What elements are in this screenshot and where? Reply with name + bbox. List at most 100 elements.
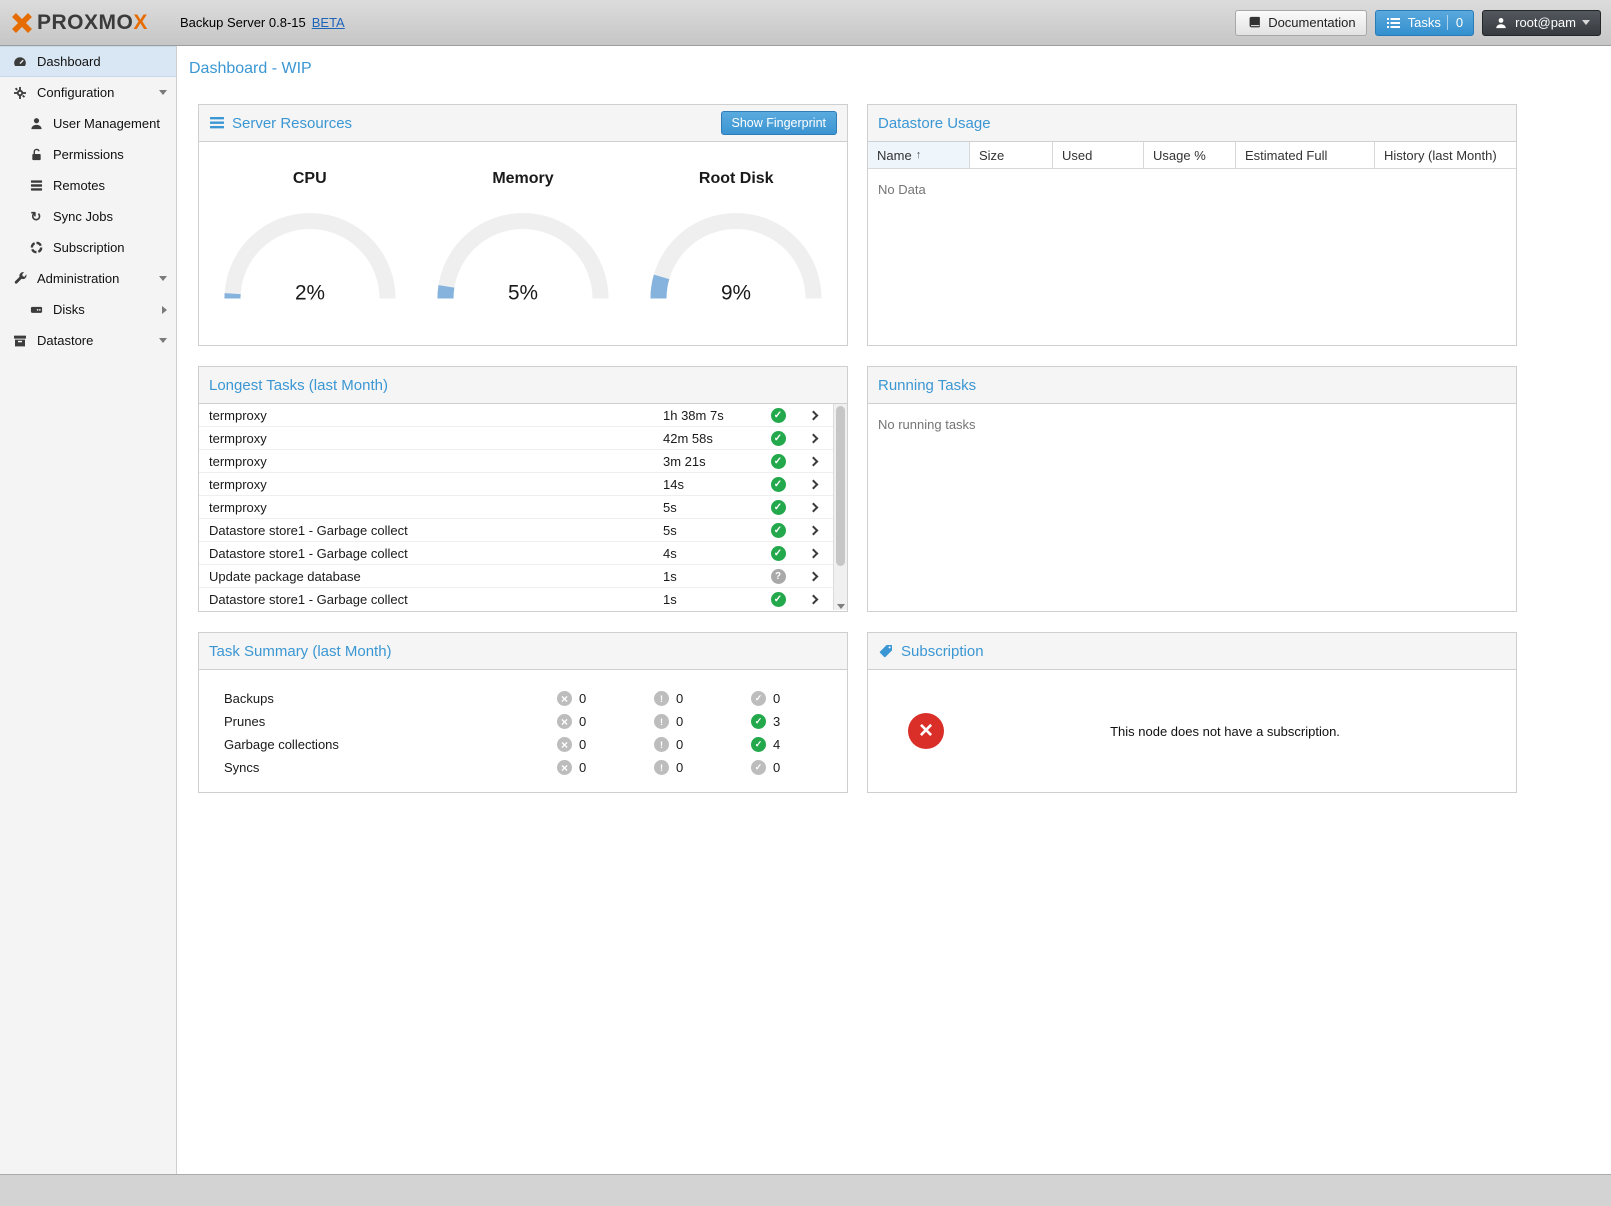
- vertical-scrollbar[interactable]: [833, 404, 847, 610]
- gauge-label: Root Disk: [699, 170, 774, 188]
- panel-title: Subscription: [901, 643, 984, 660]
- table-row[interactable]: termproxy 3m 21s: [199, 450, 833, 473]
- page-title: Dashboard - WIP: [177, 46, 1611, 90]
- task-name: termproxy: [209, 477, 663, 492]
- list-item: Syncs 0 0 0: [199, 756, 847, 779]
- open-task-chevron-icon[interactable]: [808, 410, 818, 420]
- sidebar-item-label: Remotes: [53, 178, 105, 193]
- sidebar-item-label: Sync Jobs: [53, 209, 113, 224]
- user-icon: [28, 117, 44, 130]
- panel-title: Datastore Usage: [878, 115, 991, 132]
- open-task-chevron-icon[interactable]: [808, 456, 818, 466]
- memory-gauge: Memory 5%: [421, 170, 626, 308]
- sidebar-item-datastore[interactable]: Datastore: [0, 325, 176, 356]
- task-name: termproxy: [209, 431, 663, 446]
- svg-text:2%: 2%: [295, 281, 325, 304]
- panel-title: Task Summary (last Month): [209, 643, 392, 660]
- chevron-down-icon: [1582, 20, 1590, 25]
- column-header-name[interactable]: Name ↑: [868, 142, 970, 168]
- gauge-arc: 5%: [428, 204, 618, 308]
- sidebar-item-sync-jobs[interactable]: ↻ Sync Jobs: [0, 201, 176, 232]
- column-header-usage[interactable]: Usage %: [1144, 142, 1236, 168]
- longest-tasks-list: termproxy 1h 38m 7s termproxy 42m 58s: [199, 404, 847, 610]
- task-duration: 3m 21s: [663, 454, 763, 469]
- open-task-chevron-icon[interactable]: [808, 594, 818, 604]
- table-row[interactable]: Update package database 1s: [199, 565, 833, 588]
- table-row[interactable]: termproxy 1h 38m 7s: [199, 404, 833, 427]
- table-row[interactable]: termproxy 5s: [199, 496, 833, 519]
- sidebar-item-user-management[interactable]: User Management: [0, 108, 176, 139]
- column-header-estimated-full[interactable]: Estimated Full: [1236, 142, 1375, 168]
- summary-row-label: Syncs: [224, 760, 557, 775]
- task-duration: 1s: [663, 592, 763, 607]
- collapse-caret-icon: [159, 90, 167, 95]
- beta-link[interactable]: BETA: [312, 15, 345, 30]
- warning-count-icon: [654, 737, 669, 752]
- table-row[interactable]: termproxy 14s: [199, 473, 833, 496]
- tasks-button[interactable]: Tasks 0: [1375, 10, 1474, 36]
- sidebar-item-subscription[interactable]: Subscription: [0, 232, 176, 263]
- header: PROXMOX Backup Server 0.8-15 BETA Docume…: [0, 0, 1611, 46]
- summary-row-label: Backups: [224, 691, 557, 706]
- sidebar: Dashboard Configuration User Management …: [0, 46, 177, 1174]
- sidebar-item-label: User Management: [53, 116, 160, 131]
- user-label: root@pam: [1515, 15, 1576, 30]
- subscription-message: This node does not have a subscription.: [944, 724, 1506, 739]
- ok-count: 0: [773, 760, 780, 775]
- proxmox-x-icon: [10, 11, 34, 35]
- user-menu-button[interactable]: root@pam: [1482, 10, 1601, 36]
- subscription-body: × This node does not have a subscription…: [868, 670, 1516, 792]
- archive-icon: [12, 334, 28, 348]
- table-row[interactable]: Datastore store1 - Garbage collect 4s: [199, 542, 833, 565]
- header-actions: Documentation Tasks 0 root@pam: [1235, 10, 1601, 36]
- error-count-icon: [557, 760, 572, 775]
- show-fingerprint-button[interactable]: Show Fingerprint: [721, 111, 838, 135]
- list-item: Garbage collections 0 0 4: [199, 733, 847, 756]
- column-header-size[interactable]: Size: [970, 142, 1053, 168]
- task-name: Datastore store1 - Garbage collect: [209, 523, 663, 538]
- ok-count-icon: [751, 760, 766, 775]
- sidebar-item-disks[interactable]: Disks: [0, 294, 176, 325]
- cpu-gauge: CPU 2%: [207, 170, 412, 308]
- tasks-count-badge: 0: [1447, 15, 1463, 30]
- proxmox-wordmark: PROXMOX: [37, 11, 148, 35]
- open-task-chevron-icon[interactable]: [808, 525, 818, 535]
- scrollbar-thumb[interactable]: [836, 406, 845, 566]
- sidebar-item-remotes[interactable]: Remotes: [0, 170, 176, 201]
- proxmox-logo: PROXMOX: [10, 11, 180, 35]
- task-status-icon: [771, 546, 786, 561]
- table-row[interactable]: Datastore store1 - Garbage collect 5s: [199, 519, 833, 542]
- error-count: 0: [579, 691, 586, 706]
- sidebar-item-configuration[interactable]: Configuration: [0, 77, 176, 108]
- task-name: termproxy: [209, 408, 663, 423]
- task-status-icon: [771, 569, 786, 584]
- error-count: 0: [579, 714, 586, 729]
- resources-icon: [209, 117, 225, 129]
- triangle-down-icon: [837, 604, 845, 609]
- column-header-history[interactable]: History (last Month): [1375, 142, 1516, 168]
- scrollbar-down-button[interactable]: [834, 604, 847, 609]
- bottom-strip: [0, 1174, 1611, 1206]
- documentation-button[interactable]: Documentation: [1235, 10, 1366, 36]
- task-status-icon: [771, 454, 786, 469]
- task-name: termproxy: [209, 500, 663, 515]
- sidebar-item-dashboard[interactable]: Dashboard: [0, 46, 176, 77]
- open-task-chevron-icon[interactable]: [808, 571, 818, 581]
- unlock-icon: [28, 148, 44, 161]
- table-row[interactable]: Datastore store1 - Garbage collect 1s: [199, 588, 833, 610]
- documentation-label: Documentation: [1268, 15, 1355, 30]
- open-task-chevron-icon[interactable]: [808, 433, 818, 443]
- open-task-chevron-icon[interactable]: [808, 479, 818, 489]
- sidebar-item-permissions[interactable]: Permissions: [0, 139, 176, 170]
- open-task-chevron-icon[interactable]: [808, 548, 818, 558]
- sidebar-item-label: Dashboard: [37, 54, 101, 69]
- error-count: 0: [579, 737, 586, 752]
- sidebar-item-administration[interactable]: Administration: [0, 263, 176, 294]
- main-content: Dashboard - WIP Server Resources Show Fi…: [177, 46, 1611, 1174]
- svg-text:9%: 9%: [721, 281, 751, 304]
- open-task-chevron-icon[interactable]: [808, 502, 818, 512]
- longest-tasks-panel: Longest Tasks (last Month) termproxy 1h …: [198, 366, 848, 612]
- ok-count-icon: [751, 714, 766, 729]
- table-row[interactable]: termproxy 42m 58s: [199, 427, 833, 450]
- column-header-used[interactable]: Used: [1053, 142, 1144, 168]
